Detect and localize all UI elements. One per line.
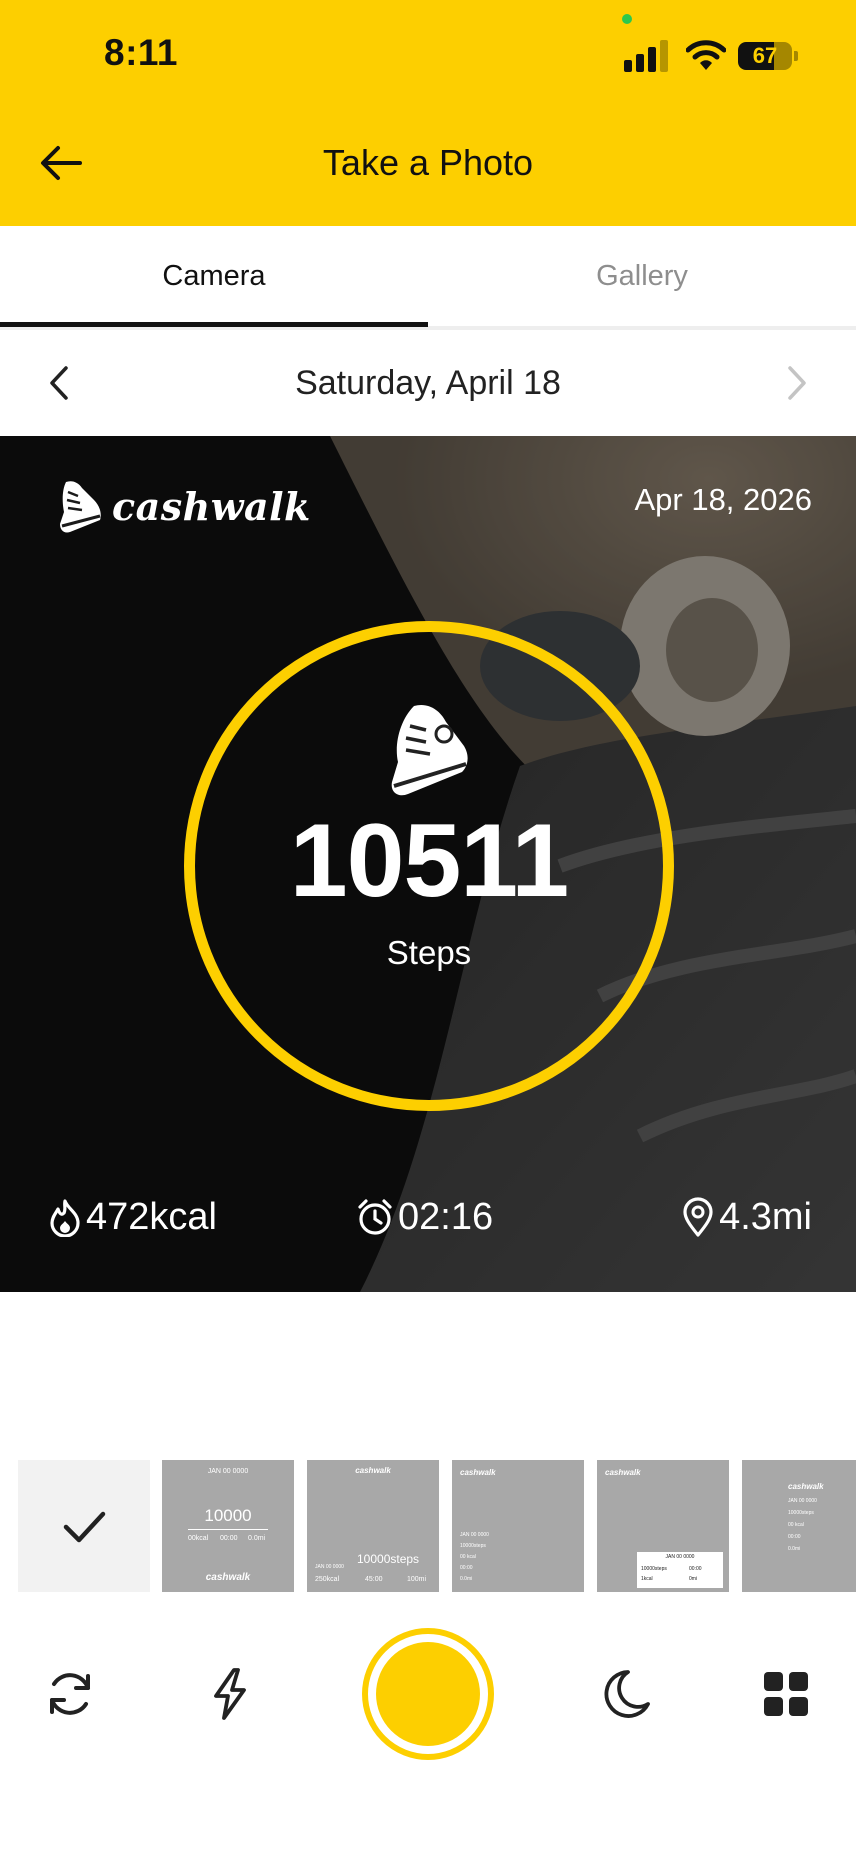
tab-gallery[interactable]: Gallery: [428, 226, 856, 326]
duration-value: 02:16: [398, 1195, 494, 1238]
status-time: 8:11: [104, 32, 179, 73]
step-count: 10511: [289, 803, 569, 919]
template-line: 00:00: [788, 1534, 801, 1540]
duration-stat: 02:16: [356, 1192, 493, 1242]
camera-controls: [0, 1620, 856, 1770]
template-brand: cashwalk: [355, 1466, 391, 1475]
template-strip: JAN 00 0000 10000 00kcal 00:00 0.0mi cas…: [0, 1460, 856, 1592]
template-brand: cashwalk: [205, 1572, 251, 1583]
active-tab-indicator: [0, 322, 428, 327]
shutter-button-inner: [376, 1642, 480, 1746]
camera-switch-icon[interactable]: [42, 1666, 98, 1722]
flash-icon[interactable]: [202, 1666, 258, 1722]
template-date: JAN 00 0000: [315, 1564, 344, 1570]
template-card-line: 10000steps: [641, 1566, 667, 1572]
template-thumbnail[interactable]: cashwalk 10000steps JAN 00 0000 250kcal …: [307, 1460, 439, 1592]
template-card-line: 1kcal: [641, 1576, 653, 1582]
template-card-line: 0mi: [689, 1576, 698, 1582]
template-thumbnail[interactable]: cashwalk JAN 00 0000 10000steps 00:00 1k…: [597, 1460, 729, 1592]
photo-date: Apr 18, 2026: [634, 482, 812, 517]
template-line: 0.0mi: [460, 1576, 473, 1582]
chevron-right-icon[interactable]: [776, 362, 816, 404]
selected-date: Saturday, April 18: [295, 364, 561, 402]
template-steps: 10000: [204, 1506, 252, 1525]
template-steps: 10000steps: [357, 1552, 420, 1566]
template-line: 0.0mi: [788, 1546, 801, 1552]
photo-preview[interactable]: cashwalk Apr 18, 2026 10511 Steps 472kca…: [0, 436, 856, 1292]
moon-icon[interactable]: [598, 1666, 654, 1722]
battery-level: 67: [752, 43, 778, 68]
template-line: 10000steps: [788, 1510, 814, 1516]
brand-name: cashwalk: [112, 483, 311, 529]
template-brand: cashwalk: [460, 1468, 496, 1477]
template-card-date: JAN 00 0000: [665, 1554, 695, 1560]
template-time: 45:00: [365, 1576, 383, 1583]
location-pin-icon: [683, 1197, 713, 1237]
tab-bar: Camera Gallery: [0, 226, 856, 330]
template-kcal: 250kcal: [315, 1576, 340, 1583]
template-brand: cashwalk: [788, 1482, 824, 1491]
template-dist: 0.0mi: [248, 1535, 266, 1542]
distance-stat: 4.3mi: [681, 1192, 812, 1242]
template-brand: cashwalk: [605, 1468, 641, 1477]
privacy-indicator: [622, 14, 632, 24]
calories-stat: 472kcal: [48, 1192, 217, 1242]
date-navigator: Saturday, April 18: [0, 330, 856, 436]
template-line: 00:00: [460, 1565, 473, 1571]
page-title: Take a Photo: [322, 142, 534, 183]
template-time: 00:00: [220, 1535, 238, 1542]
battery-icon: 67: [738, 42, 798, 70]
template-date: JAN 00 0000: [207, 1468, 249, 1475]
checkmark-icon: [63, 1511, 106, 1543]
sneaker-icon: [391, 704, 468, 796]
template-kcal: 00kcal: [188, 1535, 209, 1542]
template-thumbnail[interactable]: JAN 00 0000 10000 00kcal 00:00 0.0mi cas…: [162, 1460, 294, 1592]
calories-value: 472kcal: [86, 1195, 217, 1238]
steps-label: Steps: [386, 934, 472, 971]
template-line: 00 kcal: [788, 1522, 804, 1528]
grid-icon[interactable]: [758, 1666, 814, 1722]
tab-camera[interactable]: Camera: [0, 226, 428, 326]
template-none[interactable]: [18, 1460, 150, 1592]
shutter-button[interactable]: [362, 1628, 494, 1760]
template-card-line: 00:00: [689, 1566, 702, 1572]
template-line: JAN 00 0000: [460, 1532, 489, 1538]
template-thumbnail[interactable]: cashwalk JAN 00 0000 10000steps 00 kcal …: [452, 1460, 584, 1592]
wifi-icon: [686, 40, 726, 70]
template-thumbnail[interactable]: cashwalk JAN 00 0000 10000steps 00 kcal …: [742, 1460, 856, 1592]
alarm-clock-icon: [358, 1199, 392, 1235]
cashwalk-logo: cashwalk: [56, 476, 311, 536]
template-dist: 100mi: [407, 1576, 427, 1583]
template-line: 00 kcal: [460, 1554, 476, 1560]
app-header: 8:11 67 Take a Photo: [0, 0, 856, 226]
sneaker-icon: [60, 481, 101, 533]
template-line: JAN 00 0000: [788, 1498, 817, 1504]
template-line: 10000steps: [460, 1543, 486, 1549]
flame-icon: [50, 1199, 80, 1237]
distance-value: 4.3mi: [719, 1195, 812, 1238]
cellular-signal-icon: [624, 40, 672, 72]
